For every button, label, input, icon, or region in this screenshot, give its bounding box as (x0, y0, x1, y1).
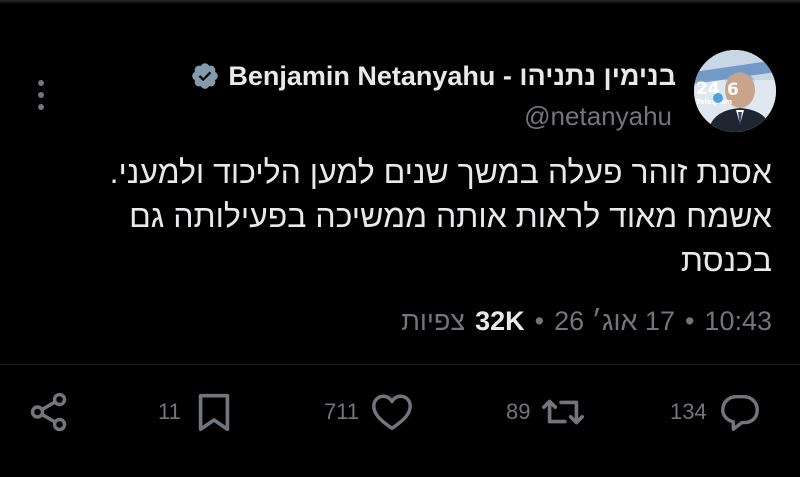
action-bar: 11 711 89 134 (0, 384, 800, 440)
tweet-meta: 10:43 • 17 אוג׳ 26 • 32K צפיות (401, 306, 772, 337)
like-count: 711 (324, 399, 360, 424)
meta-separator: • (684, 306, 695, 336)
avatar-image: 24 6 Telegram (694, 50, 776, 132)
retweet-button[interactable]: 89 (506, 384, 586, 440)
tweet-line: אשמח מאוד לראות אותה ממשיכה בפעילותה גם (129, 198, 772, 234)
retweet-icon (542, 399, 585, 425)
verified-badge-icon (190, 61, 220, 91)
bookmark-button[interactable]: 11 (158, 384, 237, 440)
heart-icon (372, 394, 413, 431)
views-count[interactable]: 32K (475, 306, 525, 337)
share-icon (30, 392, 67, 432)
tweet-line: בכנסת (680, 242, 772, 278)
tweet-time[interactable]: 10:43 (704, 306, 772, 337)
bookmark-icon (198, 393, 230, 432)
reply-count: 134 (670, 399, 707, 424)
author-handle[interactable]: @netanyahu (524, 101, 672, 132)
author-header: Benjamin Netanyahu - בנימין נתניהו (190, 56, 676, 96)
divider (0, 364, 800, 365)
reply-bubble-icon (720, 394, 759, 431)
retweet-count: 89 (506, 399, 531, 424)
tweet-line: אסנת זוהר פעלה במשך שנים למען הליכוד ולמ… (109, 154, 772, 190)
svg-text:6: 6 (727, 80, 739, 100)
tweet-text: אסנת זוהר פעלה במשך שנים למען הליכוד ולמ… (52, 150, 772, 282)
tweet-date[interactable]: 17 אוג׳ 26 (554, 306, 675, 337)
more-dot (38, 92, 44, 98)
like-button[interactable]: 711 (324, 384, 415, 440)
avatar[interactable]: 24 6 Telegram (694, 50, 776, 132)
author-display-name[interactable]: Benjamin Netanyahu - בנימין נתניהו (228, 61, 676, 92)
views-label: צפיות (401, 306, 466, 336)
meta-separator: • (534, 306, 545, 336)
more-vertical-icon (38, 80, 44, 86)
reply-button[interactable]: 134 (670, 384, 763, 440)
top-edge (0, 0, 800, 4)
bookmark-count: 11 (158, 399, 181, 424)
share-button[interactable] (26, 384, 72, 440)
more-dot (38, 104, 44, 110)
more-options-button[interactable] (28, 80, 54, 110)
